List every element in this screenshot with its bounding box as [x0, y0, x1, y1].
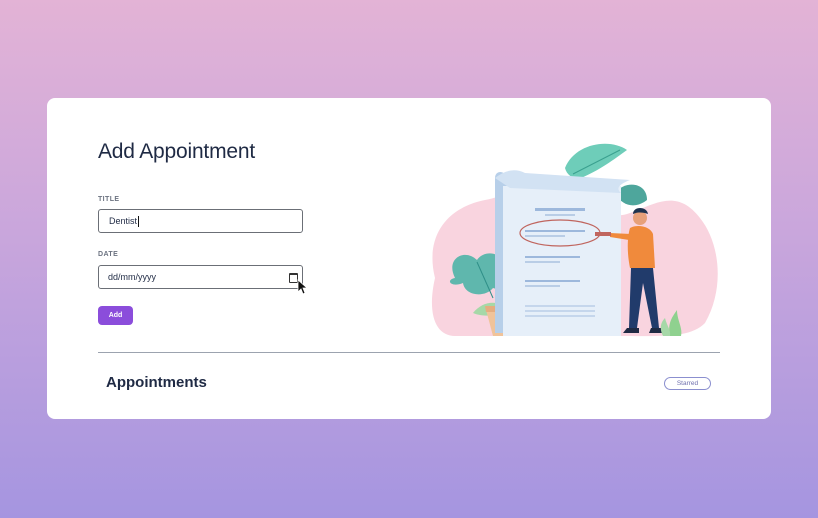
starred-filter-button[interactable]: Starred [664, 377, 711, 390]
date-input[interactable]: dd/mm/yyyy [98, 265, 303, 289]
add-button[interactable]: Add [98, 306, 133, 325]
section-divider [98, 352, 720, 353]
page-title: Add Appointment [98, 140, 255, 163]
title-label: TITLE [98, 196, 120, 203]
appointment-card: Add Appointment TITLE Dentist DATE dd/mm… [47, 98, 771, 419]
mouse-pointer-icon [297, 279, 307, 295]
date-input-placeholder: dd/mm/yyyy [108, 272, 157, 282]
date-label: DATE [98, 251, 119, 258]
appointment-illustration [431, 143, 718, 337]
appointments-heading: Appointments [106, 374, 207, 391]
title-input[interactable]: Dentist [98, 209, 303, 233]
title-input-value: Dentist [109, 216, 138, 226]
text-caret [138, 215, 140, 227]
